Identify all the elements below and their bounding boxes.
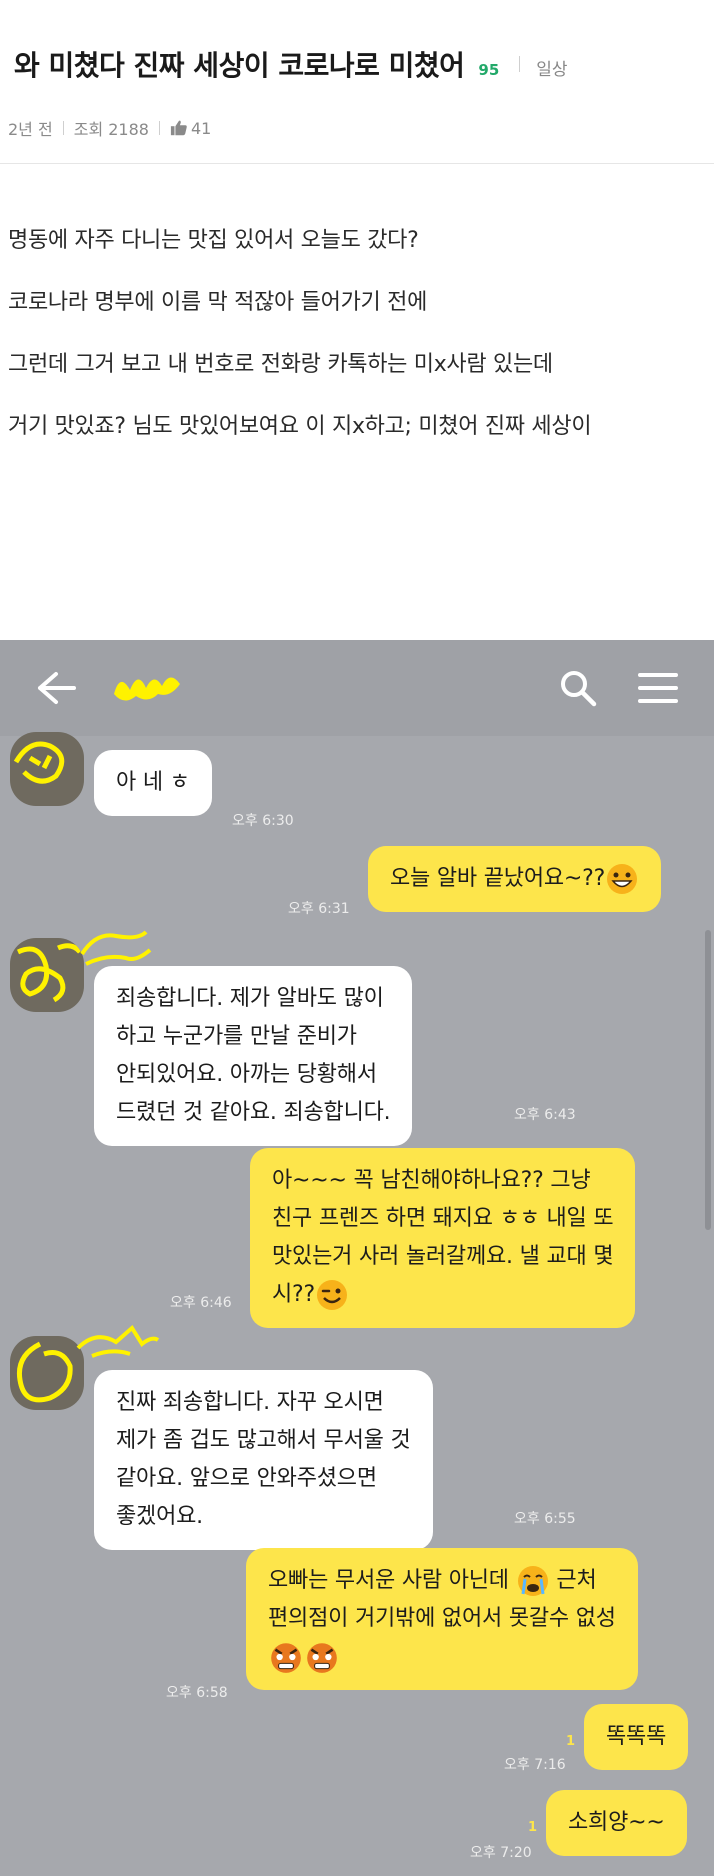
chat-bubble-outgoing: 오늘 알바 끝났어요~??	[368, 846, 662, 912]
post-title: 와 미쳤다 진짜 세상이 코로나로 미쳤어	[14, 49, 465, 82]
message-text: 시??	[272, 1282, 315, 1307]
message-line: 아 네 ㅎ	[116, 770, 190, 795]
chat-bubble-outgoing: 아~~~ 꼭 남친해야하나요?? 그냥 친구 프렌즈 하면 돼지요 ㅎㅎ 내일 …	[250, 1148, 636, 1328]
message-line: 아~~~ 꼭 남친해야하나요?? 그냥	[272, 1168, 591, 1193]
body-line: 거기 맛있죠? 님도 맛있어보여요 이 지x하고; 미쳤어 진짜 세상이	[8, 414, 592, 439]
search-icon[interactable]	[558, 668, 598, 708]
message-line	[268, 1638, 616, 1676]
redaction-scribble-icon	[76, 1324, 160, 1358]
message-line: 진짜 죄송합니다. 자꾸 오시면	[116, 1390, 384, 1415]
hamburger-menu-icon[interactable]	[638, 672, 678, 704]
crying-face-emoji-icon	[517, 1566, 548, 1596]
message-time: 오후 7:16	[504, 1757, 566, 1773]
thumbs-up-icon	[170, 120, 187, 136]
chat-bubble-incoming: 죄송합니다. 제가 알바도 많이 하고 누군가를 만날 준비가 안되있어요. 아…	[94, 966, 413, 1146]
chat-top-bar	[0, 640, 714, 736]
message-line: 친구 프렌즈 하면 돼지요 ㅎㅎ 내일 또	[272, 1206, 614, 1231]
message-line: 똑똑똑	[606, 1724, 667, 1749]
redaction-scribble-icon	[13, 741, 65, 784]
chat-bubble-outgoing: 오빠는 무서운 사람 아닌데 근처 편의점이 거기밖에 없어서 못갈수 없성	[246, 1548, 638, 1690]
angry-face-emoji-icon	[271, 1643, 301, 1673]
message-line: 오늘 알바 끝났어요~??	[390, 860, 639, 898]
body-line: 코로나라 명부에 이름 막 적잖아 들어가기 전에	[8, 290, 428, 315]
unread-count: 1	[528, 1820, 538, 1835]
post-time: 2년 전	[8, 120, 53, 139]
comment-count[interactable]: 95	[478, 61, 499, 79]
post-body: 명동에 자주 다니는 맛집 있어서 오늘도 갔다? 코로나라 명부에 이름 막 …	[8, 226, 708, 474]
divider	[519, 56, 521, 72]
chat-bubble-incoming: 진짜 죄송합니다. 자꾸 오시면 제가 좀 겁도 많고해서 무서울 것 같아요.…	[94, 1370, 433, 1550]
message-line: 안되있어요. 아까는 당황해서	[116, 1062, 377, 1087]
message-line: 오빠는 무서운 사람 아닌데 근처	[268, 1562, 616, 1600]
message-line: 죄송합니다. 제가 알바도 많이	[116, 986, 384, 1011]
like-count: 41	[190, 118, 212, 138]
message-line: 시??	[272, 1276, 613, 1314]
post-meta: 2년 전 조회 2188 41	[8, 116, 211, 140]
message-time: 오후 6:31	[288, 901, 350, 917]
chat-screenshot: 아 네 ㅎ 오후 6:30 오늘 알바 끝났어요~?? 오후 6:31 죄송합니…	[0, 640, 714, 1876]
body-line: 그런데 그거 보고 내 번호로 전화랑 카톡하는 미x사람 있는데	[8, 352, 553, 377]
grinning-face-emoji-icon	[607, 864, 638, 894]
angry-face-emoji-icon	[307, 1643, 337, 1673]
message-time: 오후 6:43	[514, 1107, 576, 1123]
message-text: 근처	[556, 1568, 597, 1593]
message-time: 오후 6:55	[514, 1511, 576, 1527]
view-count: 조회 2188	[73, 120, 149, 139]
redaction-scribble-icon	[114, 677, 180, 701]
message-line: 편의점이 거기밖에 없어서 못갈수 없성	[268, 1606, 616, 1631]
message-text: 오빠는 무서운 사람 아닌데	[268, 1568, 509, 1593]
back-arrow-icon[interactable]	[36, 670, 76, 706]
message-line: 소희양~~	[568, 1810, 665, 1835]
chat-bubble-incoming: 아 네 ㅎ	[94, 750, 212, 816]
category-link[interactable]: 일상	[536, 55, 567, 80]
message-line: 같아요. 앞으로 안와주셨으면	[116, 1466, 377, 1491]
redaction-scribble-icon	[16, 943, 82, 1003]
winking-face-emoji-icon	[317, 1280, 347, 1310]
message-line: 좋겠어요.	[116, 1504, 203, 1529]
divider	[62, 121, 64, 135]
message-time: 오후 6:30	[232, 813, 294, 829]
body-line: 명동에 자주 다니는 맛집 있어서 오늘도 갔다?	[8, 228, 419, 253]
message-line: 제가 좀 겁도 많고해서 무서울 것	[116, 1428, 411, 1453]
message-time: 오후 6:46	[170, 1295, 232, 1311]
avatar[interactable]	[10, 732, 84, 806]
message-time: 오후 6:58	[166, 1685, 228, 1701]
message-text: 오늘 알바 끝났어요~??	[390, 866, 606, 891]
message-line: 맛있는거 사러 놀러갈께요. 낼 교대 몇	[272, 1244, 614, 1269]
divider	[158, 121, 160, 135]
message-time: 오후 7:20	[470, 1845, 532, 1861]
post-header: 와 미쳤다 진짜 세상이 코로나로 미쳤어 95 일상 2년 전 조회 2188…	[0, 0, 714, 164]
title-row: 와 미쳤다 진짜 세상이 코로나로 미쳤어 95 일상	[14, 44, 568, 84]
message-line: 하고 누군가를 만날 준비가	[116, 1024, 357, 1049]
avatar[interactable]	[10, 938, 84, 1012]
scrollbar[interactable]	[705, 930, 711, 1230]
chat-bubble-outgoing: 소희양~~	[546, 1790, 687, 1856]
message-line: 드렸던 것 같아요. 죄송합니다.	[116, 1100, 391, 1125]
chat-bubble-outgoing: 똑똑똑	[584, 1704, 689, 1770]
unread-count: 1	[566, 1734, 576, 1749]
